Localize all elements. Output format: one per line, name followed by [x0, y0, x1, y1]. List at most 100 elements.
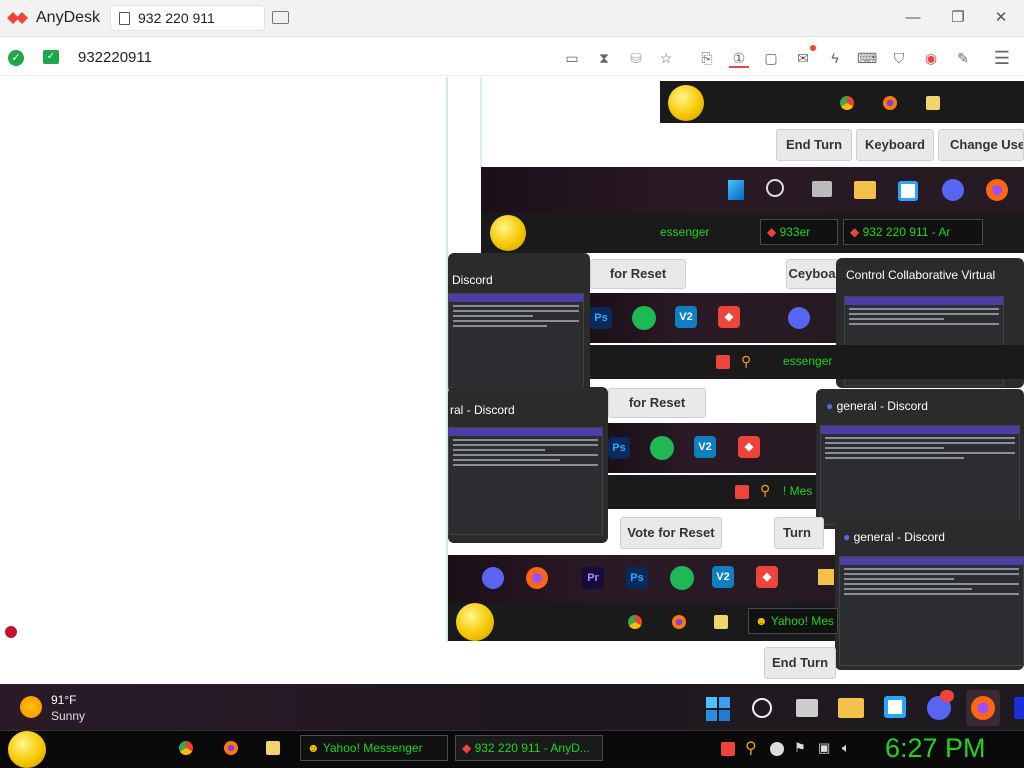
vote-reset-button[interactable]: for Reset: [590, 259, 686, 289]
search-tray-icon: ⚲: [741, 353, 752, 369]
firefox-icon: [883, 96, 897, 110]
lightning-icon[interactable]: ϟ: [825, 48, 845, 68]
vote-for-reset-button[interactable]: Vote for Reset: [620, 517, 722, 549]
monitor-1-icon[interactable]: ①: [729, 48, 749, 68]
mirror-anydesk-full-button: ◆ 932 220 911 - Ar: [843, 219, 983, 245]
tray-circle-icon[interactable]: [770, 742, 784, 756]
taskbar-item-anydesk-label: 932 220 911 - AnyD...: [474, 741, 590, 755]
clock[interactable]: 6:27 PM: [885, 733, 986, 764]
discord-general-title: ● general - Discord: [843, 530, 945, 544]
mirror-yahoo-label: Yahoo! Mes: [770, 614, 834, 628]
restore-button[interactable]: ❐: [938, 6, 978, 30]
taskbar-item-anydesk[interactable]: ◆ 932 220 911 - AnyD...: [455, 735, 603, 761]
end-turn-button[interactable]: End Turn: [776, 129, 852, 161]
spotify-icon: [670, 566, 694, 590]
database-icon[interactable]: ⛁: [626, 48, 646, 68]
end-turn-button[interactable]: End Turn: [764, 647, 836, 679]
yahoo-smiley-icon: [668, 85, 704, 121]
app-name: AnyDesk: [36, 9, 101, 26]
vote-reset-button[interactable]: for Reset: [608, 388, 706, 418]
keyboard-icon[interactable]: ⌨: [857, 48, 877, 68]
start-icon[interactable]: [706, 697, 730, 721]
discord-preview-popup[interactable]: ral - Discord: [448, 387, 608, 543]
change-user-button[interactable]: Change Usern: [938, 129, 1024, 161]
discord-thumbnail: [839, 556, 1024, 666]
photoshop-icon: Ps: [608, 437, 630, 459]
vscode-icon: V2: [694, 436, 716, 458]
keyboard-button[interactable]: Keyboard: [856, 129, 934, 161]
anydesk-tray-icon[interactable]: [721, 742, 735, 756]
photoshop-icon: Ps: [590, 307, 612, 329]
mirror-anydesk-label: 933er: [779, 225, 811, 239]
remote-id-field[interactable]: 932220911: [78, 49, 152, 66]
record-icon[interactable]: ◉: [921, 48, 941, 68]
anydesk-tray-icon: [735, 485, 749, 499]
weather-condition[interactable]: Sunny: [51, 709, 85, 723]
mirror-anydesk-full-label: 932 220 911 - Ar: [862, 225, 951, 239]
taskbar-item-yahoo[interactable]: ☻ Yahoo! Messenger: [300, 735, 448, 761]
mirror-yahoo-taskbar: [836, 345, 1024, 379]
anydesk-tray-icon: [716, 355, 730, 369]
hourglass-icon[interactable]: ⧗: [594, 48, 614, 68]
discord-preview-popup[interactable]: Discord: [448, 253, 590, 393]
pen-icon[interactable]: ✎: [953, 48, 973, 68]
new-tab-icon[interactable]: [272, 11, 289, 24]
connected-check-icon: ✓: [8, 50, 24, 66]
session-tab[interactable]: 932 220 911: [110, 5, 265, 31]
discord-general-label: general - Discord: [853, 530, 945, 544]
file-explorer-icon[interactable]: [838, 698, 864, 718]
flag-tray-icon[interactable]: ⚑: [794, 740, 806, 756]
taskbar-item-yahoo-label: Yahoo! Messenger: [322, 741, 423, 755]
microsoft-store-icon[interactable]: [884, 696, 906, 718]
task-view-icon[interactable]: [796, 699, 818, 717]
folder-icon: [714, 615, 728, 629]
folder-icon[interactable]: [266, 741, 280, 755]
chrome-icon: [628, 615, 642, 629]
star-icon[interactable]: ☆: [656, 48, 676, 68]
discord-icon: [788, 307, 810, 329]
discord-general-label: general - Discord: [836, 399, 928, 413]
keyboard-button-fragment[interactable]: Ceyboa: [786, 259, 838, 289]
firefox-icon: [672, 615, 686, 629]
spotify-icon: [632, 306, 656, 330]
chrome-icon[interactable]: [179, 741, 193, 755]
discord-general-title: ● general - Discord: [826, 399, 928, 413]
close-button[interactable]: ✕: [981, 6, 1021, 30]
discord-icon: [482, 567, 504, 589]
windows-taskbar: [0, 684, 1024, 730]
folder-icon: [926, 96, 940, 110]
shield-icon[interactable]: ⛉: [889, 48, 909, 68]
end-turn-button-fragment[interactable]: Turn: [774, 517, 824, 549]
display-icon[interactable]: ▭: [562, 48, 582, 68]
verified-icon: ✓: [43, 50, 59, 64]
weather-temp[interactable]: 91°F: [51, 693, 76, 707]
firefox-icon: [526, 567, 548, 589]
remote-screen[interactable]: End Turn Keyboard Change Usern essenger …: [0, 77, 1024, 684]
photoshop-icon: Ps: [626, 567, 648, 589]
discord-preview-title: Discord: [452, 273, 493, 287]
search-tray-icon[interactable]: ⚲: [745, 738, 757, 758]
search-icon[interactable]: [752, 698, 772, 718]
screen-icon[interactable]: ▢: [761, 48, 781, 68]
menu-icon[interactable]: ☰: [992, 48, 1012, 68]
mirror-yahoo-button: ☻ Yahoo! Mes: [748, 608, 838, 634]
store-icon: [898, 181, 918, 201]
discord-general-popup[interactable]: ● general - Discord: [835, 520, 1024, 670]
volume-tray-icon[interactable]: 🔈︎: [842, 740, 850, 756]
task-view-icon: [812, 181, 832, 197]
messenger-label-mid: essenger: [783, 354, 833, 368]
chat-icon[interactable]: ✉: [793, 48, 813, 68]
yahoo-smiley-icon[interactable]: [8, 731, 46, 768]
file-explorer-icon: [818, 569, 834, 585]
session-tab-label: 932 220 911: [138, 10, 215, 26]
firefox-icon[interactable]: [224, 741, 238, 755]
app-icon-partial[interactable]: [1014, 697, 1024, 719]
firefox-icon[interactable]: [971, 696, 995, 720]
search-icon: [766, 179, 784, 197]
network-tray-icon[interactable]: ▣: [818, 740, 830, 756]
chat-notification-badge: [810, 45, 816, 51]
discord-general-popup[interactable]: ● general - Discord: [816, 389, 1024, 529]
share-icon[interactable]: ⎘: [697, 48, 717, 68]
minimize-button[interactable]: —: [893, 6, 933, 30]
yahoo-smiley-icon: [490, 215, 526, 251]
